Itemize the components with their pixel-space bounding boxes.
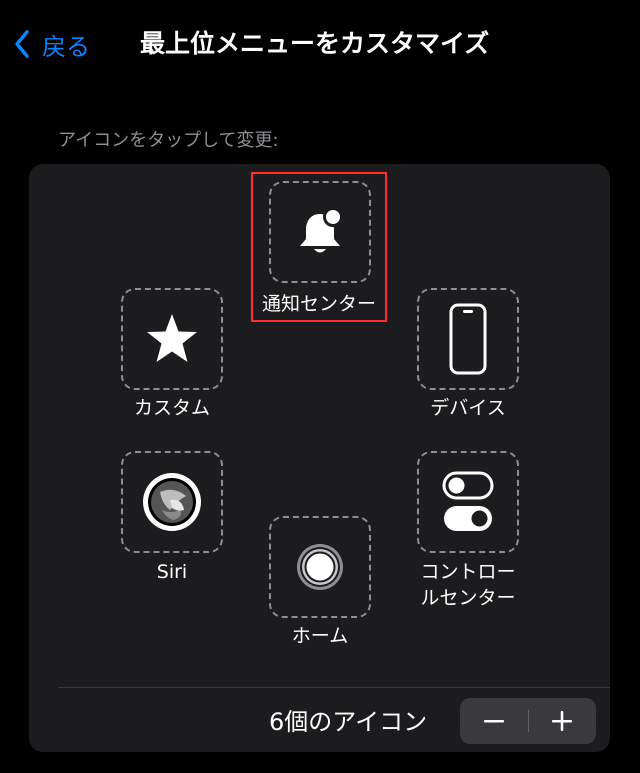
chevron-left-icon: [15, 30, 29, 58]
page-title: 最上位メニューをカスタマイズ: [140, 29, 490, 58]
label-home: ホーム: [291, 625, 349, 647]
siri-icon: [143, 473, 201, 531]
slot-home[interactable]: [269, 516, 371, 618]
slot-siri[interactable]: [121, 451, 223, 553]
slot-custom[interactable]: [121, 288, 223, 390]
navigation-bar: 戻る 最上位メニューをカスタマイズ: [0, 0, 640, 90]
decrement-button[interactable]: [460, 698, 528, 744]
menu-layout-panel: 通知センター カスタム デバイス Siri コントロー ルセンター ホーム 6個…: [29, 164, 610, 752]
increment-button[interactable]: [528, 698, 596, 744]
slot-control-center[interactable]: [417, 451, 519, 553]
back-label: 戻る: [42, 32, 90, 61]
label-device: デバイス: [430, 397, 506, 419]
icon-count-stepper: [460, 698, 596, 744]
label-siri: Siri: [156, 561, 188, 583]
label-custom: カスタム: [133, 397, 210, 419]
star-icon: [147, 314, 197, 362]
minus-icon: [484, 720, 504, 723]
plus-icon: [552, 711, 572, 731]
selection-highlight: [251, 172, 387, 322]
toggles-icon: [442, 471, 494, 531]
instruction-text: アイコンをタップして変更:: [58, 130, 279, 151]
label-control-center-line2: ルセンター: [420, 587, 516, 609]
home-button-icon: [297, 544, 343, 590]
label-control-center-line1: コントロー: [420, 561, 516, 583]
back-button[interactable]: 戻る: [14, 24, 90, 64]
iphone-icon: [449, 303, 487, 375]
slot-device[interactable]: [417, 288, 519, 390]
divider: [58, 687, 610, 688]
label-control-center: コントロー ルセンター: [397, 559, 539, 611]
icon-count-label: 6個のアイコン: [269, 708, 428, 736]
